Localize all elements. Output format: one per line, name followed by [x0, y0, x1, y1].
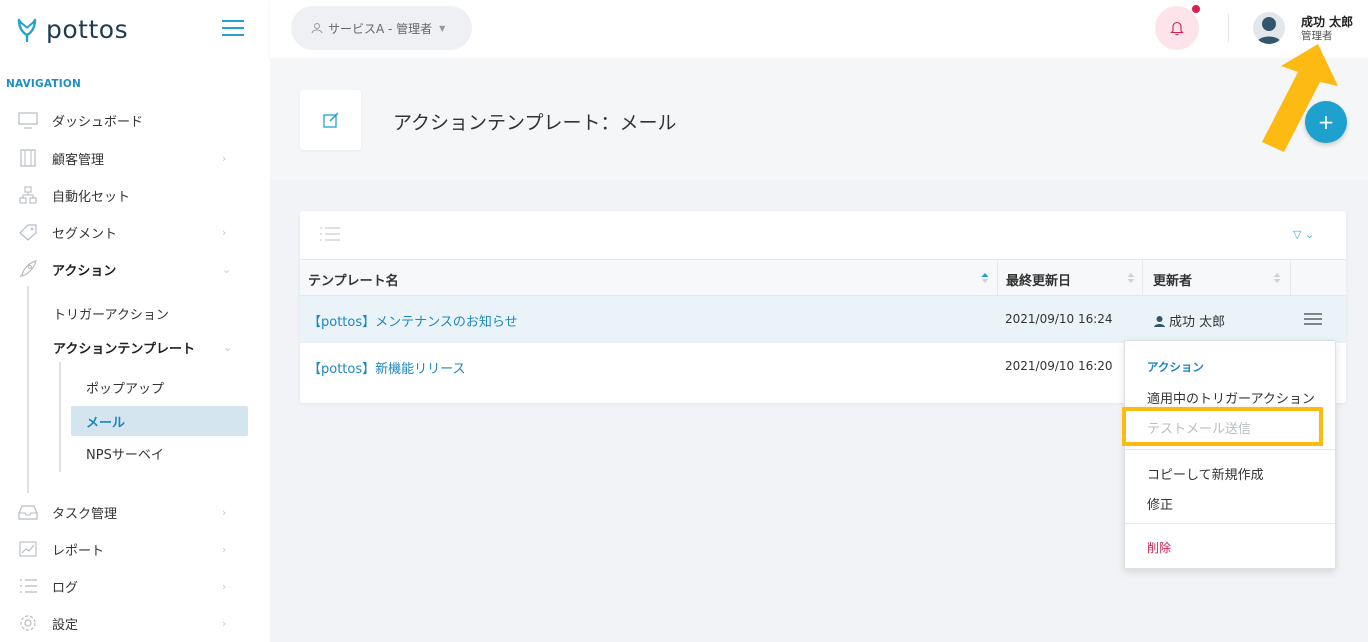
- logo[interactable]: pottos: [0, 0, 270, 58]
- updated-date: 2021/09/10 16:24: [1005, 312, 1113, 326]
- sidebar-item-label: レポート: [52, 543, 105, 559]
- notification-button[interactable]: [1155, 6, 1199, 50]
- user-avatar-icon: [1256, 17, 1282, 44]
- list-icon: [20, 579, 37, 593]
- chart-icon: [19, 541, 37, 557]
- sidebar-item-action[interactable]: アクション ⌄: [0, 255, 270, 283]
- sort-icon[interactable]: [1273, 272, 1281, 284]
- sitemap-icon: [19, 186, 37, 204]
- template-name-link[interactable]: 【pottos】新機能リリース: [308, 358, 465, 377]
- caret-down-icon: ▼: [439, 23, 446, 33]
- sidebar-item-label: タスク管理: [52, 506, 118, 522]
- sidebar-item-automation[interactable]: 自動化セット: [0, 181, 270, 209]
- sidebar-item-label: 設定: [52, 617, 79, 633]
- sidebar-item-label: 自動化セット: [52, 189, 131, 205]
- updated-by: 成功 太郎: [1153, 311, 1225, 330]
- chevron-down-icon: ⌄: [223, 340, 233, 354]
- sidebar-item-mail[interactable]: メール: [86, 407, 125, 435]
- edit-icon: [322, 112, 339, 128]
- annotation-arrow-icon: [1262, 44, 1338, 152]
- sidebar-item-trigger-action[interactable]: トリガーアクション: [53, 299, 169, 327]
- sidebar-item-label: アクションテンプレート: [53, 341, 195, 357]
- bell-icon: [1170, 21, 1184, 36]
- monitor-icon: [18, 112, 38, 129]
- sidebar-item-label: アクション: [52, 263, 117, 279]
- sidebar-item-label: ダッシュボード: [52, 114, 144, 130]
- chevron-right-icon: ›: [222, 579, 227, 593]
- row-menu-icon[interactable]: [1304, 313, 1322, 327]
- table-row[interactable]: 【pottos】メンテナンスのお知らせ 2021/09/10 16:24 成功 …: [300, 296, 1346, 343]
- chevron-right-icon: ›: [222, 225, 227, 239]
- sidebar-item-nps[interactable]: NPSサーベイ: [86, 439, 164, 467]
- chevron-right-icon: ›: [222, 542, 227, 556]
- chevron-right-icon: ›: [222, 616, 227, 630]
- user-role: 管理者: [1301, 30, 1333, 42]
- divider: [1228, 14, 1229, 42]
- chevron-down-icon: ⌄: [222, 262, 232, 276]
- column-header-date[interactable]: 最終更新日: [1006, 270, 1071, 289]
- rocket-icon: [19, 260, 37, 278]
- avatar[interactable]: [1253, 12, 1285, 44]
- sidebar-item-customers[interactable]: 顧客管理 ›: [0, 144, 270, 172]
- user-avatar-icon: [1154, 316, 1165, 327]
- filter-icon[interactable]: ▽ ⌄: [1293, 228, 1314, 241]
- menu-item-delete[interactable]: 削除: [1147, 539, 1171, 556]
- sort-asc-icon[interactable]: [981, 272, 989, 284]
- sidebar-item-dashboard[interactable]: ダッシュボード: [0, 106, 270, 134]
- service-select[interactable]: サービスA - 管理者 ▼: [291, 6, 472, 50]
- page-header: アクションテンプレート：メール +: [270, 58, 1368, 180]
- chevron-right-icon: ›: [222, 151, 227, 165]
- service-label: サービスA - 管理者: [328, 21, 433, 36]
- card-toolbar: ▽ ⌄: [300, 211, 1346, 259]
- gear-icon: [20, 615, 36, 631]
- chevron-right-icon: ›: [222, 505, 227, 519]
- sidebar-item-label: ログ: [52, 580, 79, 596]
- sidebar-item-segment[interactable]: セグメント ›: [0, 218, 270, 246]
- topbar: サービスA - 管理者 ▼ 成功 太郎 管理者: [270, 0, 1368, 58]
- page-icon: [300, 90, 361, 150]
- list-icon[interactable]: [319, 225, 341, 243]
- menu-item-active-trigger[interactable]: 適用中のトリガーアクション: [1147, 388, 1315, 407]
- sidebar-item-log[interactable]: ログ ›: [0, 572, 270, 600]
- notification-dot: [1192, 5, 1200, 13]
- inbox-icon: [18, 505, 38, 520]
- sidebar-item-label: セグメント: [52, 226, 118, 242]
- sidebar-item-popup[interactable]: ポップアップ: [86, 373, 164, 401]
- sidebar-item-task[interactable]: タスク管理 ›: [0, 498, 270, 526]
- sidebar-item-report[interactable]: レポート ›: [0, 535, 270, 563]
- tree-line: [27, 286, 29, 493]
- menu-item-copy-new[interactable]: コピーして新規作成: [1147, 464, 1264, 483]
- pottos-logo-icon: [17, 18, 37, 42]
- sort-icon[interactable]: [1127, 272, 1135, 284]
- building-icon: [20, 149, 36, 167]
- user-icon: [311, 23, 323, 34]
- column-header-user[interactable]: 更新者: [1153, 270, 1192, 289]
- nav-heading: NAVIGATION: [6, 78, 81, 90]
- app-name: pottos: [46, 14, 129, 44]
- table-header: テンプレート名 最終更新日 更新者: [300, 259, 1346, 297]
- menu-item-edit[interactable]: 修正: [1147, 494, 1173, 513]
- updated-date: 2021/09/10 16:20: [1005, 359, 1113, 373]
- sidebar: pottos NAVIGATION ダッシュボード 顧客管理 › 自動化セット …: [0, 0, 270, 642]
- tag-icon: [19, 224, 37, 241]
- sidebar-item-action-template[interactable]: アクションテンプレート ⌄: [53, 333, 232, 361]
- tree-line: [59, 362, 61, 472]
- page-title: アクションテンプレート：メール: [393, 112, 677, 134]
- column-header-name[interactable]: テンプレート名: [308, 270, 399, 289]
- sidebar-item-label: 顧客管理: [52, 152, 105, 168]
- row-action-menu: アクション 適用中のトリガーアクション テストメール送信 コピーして新規作成 修…: [1124, 340, 1336, 569]
- annotation-highlight: [1122, 407, 1323, 446]
- menu-heading: アクション: [1147, 360, 1204, 374]
- updated-by-name: 成功 太郎: [1169, 315, 1226, 330]
- template-name-link[interactable]: 【pottos】メンテナンスのお知らせ: [308, 311, 518, 330]
- sidebar-item-settings[interactable]: 設定 ›: [0, 609, 270, 637]
- menu-toggle-icon[interactable]: [222, 20, 244, 36]
